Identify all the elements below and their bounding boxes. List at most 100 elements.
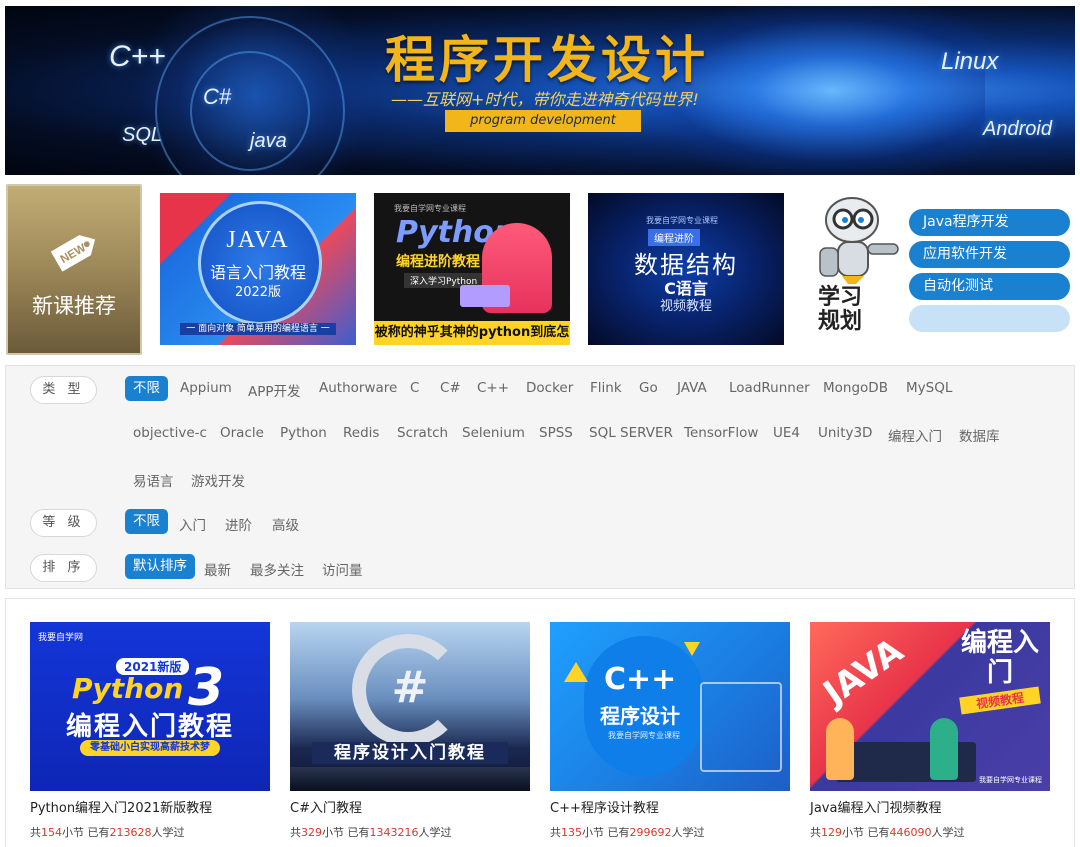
course-art-vertical: 编程入门: [960, 628, 1039, 688]
laptop-illustration: [460, 285, 510, 307]
type-option[interactable]: APP开发: [248, 380, 301, 400]
type-option[interactable]: 易语言: [133, 470, 174, 490]
learner-count: 299692: [629, 826, 672, 839]
plan-empty-button[interactable]: [909, 305, 1070, 332]
learner-count: 446090: [889, 826, 932, 839]
type-option[interactable]: objective-c: [133, 425, 207, 441]
featured-python-card[interactable]: 我要自学网专业课程 Python 编程进阶教程 深入学习Python 被称的神乎…: [374, 193, 570, 345]
laptop-outline: [700, 682, 782, 772]
type-option[interactable]: Selenium: [462, 425, 525, 441]
featured-python-subtitle: 编程进阶教程: [396, 254, 480, 270]
learner-count: 213628: [109, 826, 152, 839]
type-option[interactable]: JAVA: [677, 380, 707, 396]
level-option[interactable]: 高级: [272, 514, 299, 534]
featured-java-year: 2022版: [234, 285, 282, 300]
plan-autotest-button[interactable]: 自动化测试: [909, 273, 1070, 300]
sort-option[interactable]: 默认排序: [125, 554, 195, 579]
type-option[interactable]: SPSS: [539, 425, 573, 441]
filter-sort-label: 排 序: [30, 554, 97, 582]
hero-title: 程序开发设计: [385, 32, 709, 88]
level-option[interactable]: 入门: [179, 514, 206, 534]
hero-lang-csharp: C#: [203, 84, 232, 109]
triangle-decor: [564, 662, 588, 682]
sort-option[interactable]: 访问量: [322, 559, 363, 579]
lesson-count: 154: [41, 826, 62, 839]
type-option[interactable]: 编程入门: [888, 425, 942, 445]
type-option[interactable]: SQL SERVER: [589, 425, 673, 441]
new-course-label: 新课推荐: [32, 294, 116, 318]
type-option[interactable]: Flink: [590, 380, 622, 396]
featured-python-bottom: 被称的神乎其神的python到底怎样?: [374, 321, 570, 345]
plan-app-button[interactable]: 应用软件开发: [909, 241, 1070, 268]
hero-subtitle: ——互联网+时代，带你走进神奇代码世界!: [391, 90, 699, 109]
type-option[interactable]: UE4: [773, 425, 800, 441]
learner-count: 1343216: [369, 826, 419, 839]
type-option[interactable]: Scratch: [397, 425, 448, 441]
hero-tag: program development: [445, 110, 641, 132]
filter-type-label: 类 型: [30, 376, 97, 404]
course-meta: 共135小节 已有299692人学过: [550, 826, 705, 839]
type-option[interactable]: Oracle: [220, 425, 264, 441]
featured-ds-head: 我要自学网专业课程: [646, 216, 718, 225]
featured-ds-badge: 编程进阶: [648, 229, 700, 246]
study-plan-label: 学习规划: [818, 285, 863, 334]
type-option[interactable]: 不限: [125, 376, 168, 401]
lesson-count: 129: [821, 826, 842, 839]
course-art-hash: #: [391, 662, 429, 713]
plan-java-button[interactable]: Java程序开发: [909, 209, 1070, 236]
type-option[interactable]: 游戏开发: [191, 470, 245, 490]
course-card[interactable]: JAVA 编程入门 视频教程 我要自学网专业课程 Java编程入门视频教程 共1…: [810, 622, 1050, 840]
type-option[interactable]: MySQL: [906, 380, 952, 396]
type-option[interactable]: Go: [639, 380, 658, 396]
level-option[interactable]: 不限: [125, 509, 168, 534]
type-option[interactable]: C: [410, 380, 419, 396]
course-art-logo: 我要自学网: [38, 633, 84, 643]
course-thumbnail[interactable]: 我要自学网 2021新版 Python 3 编程入门教程 零基础小白实现高薪技术…: [30, 622, 270, 791]
type-option[interactable]: 数据库: [959, 425, 1000, 445]
course-grid: 我要自学网 2021新版 Python 3 编程入门教程 零基础小白实现高薪技术…: [5, 598, 1075, 847]
course-card[interactable]: C++ 程序设计 我要自学网专业课程 C++程序设计教程 共135小节 已有29…: [550, 622, 790, 840]
type-option[interactable]: C#: [440, 380, 461, 396]
featured-python-head: 我要自学网专业课程: [394, 204, 466, 213]
type-option[interactable]: LoadRunner: [729, 380, 810, 396]
level-option[interactable]: 进阶: [225, 514, 252, 534]
type-option[interactable]: Unity3D: [818, 425, 872, 441]
featured-java-card[interactable]: JAVA 语言入门教程 2022版 一 面向对象 简单易用的编程语言 一: [160, 193, 356, 345]
type-option[interactable]: Appium: [180, 380, 232, 396]
featured-datastructure-card[interactable]: 我要自学网专业课程 编程进阶 数据结构 C语言 视频教程: [588, 193, 784, 345]
type-option[interactable]: Authorware: [319, 380, 397, 396]
course-art-tag: 视频教程: [959, 686, 1041, 715]
type-option[interactable]: TensorFlow: [684, 425, 758, 441]
course-art-python: Python: [72, 672, 184, 705]
type-option[interactable]: MongoDB: [823, 380, 888, 396]
lesson-count: 329: [301, 826, 322, 839]
sort-option[interactable]: 最新: [204, 559, 231, 579]
course-title[interactable]: Java编程入门视频教程: [810, 797, 1050, 816]
course-card[interactable]: 我要自学网 2021新版 Python 3 编程入门教程 零基础小白实现高薪技术…: [30, 622, 270, 840]
hero-lang-sql: SQL: [122, 124, 163, 146]
course-thumbnail[interactable]: C++ 程序设计 我要自学网专业课程: [550, 622, 790, 791]
hero-lang-java: java: [250, 130, 287, 152]
sort-option[interactable]: 最多关注: [250, 559, 304, 579]
featured-java-title: JAVA: [226, 227, 290, 253]
triangle-decor: [684, 642, 700, 656]
course-meta: 共154小节 已有213628人学过: [30, 826, 185, 839]
course-title[interactable]: C#入门教程: [290, 797, 530, 816]
type-option[interactable]: C++: [477, 380, 509, 396]
type-option[interactable]: Python: [280, 425, 327, 441]
hero-banner[interactable]: C++ C# SQL java Linux Android 程序开发设计 ——互…: [5, 6, 1075, 175]
course-title[interactable]: C++程序设计教程: [550, 797, 790, 816]
course-meta: 共129小节 已有446090人学过: [810, 826, 965, 839]
featured-java-subtitle: 语言入门教程: [209, 263, 306, 282]
course-card[interactable]: # 程序设计入门教程 C#入门教程 共329小节 已有1343216人学过: [290, 622, 530, 840]
lesson-count: 135: [561, 826, 582, 839]
course-title[interactable]: Python编程入门2021新版教程: [30, 797, 270, 816]
person-illustration: [930, 718, 958, 780]
hero-lang-linux: Linux: [941, 48, 999, 75]
course-thumbnail[interactable]: JAVA 编程入门 视频教程 我要自学网专业课程: [810, 622, 1050, 791]
type-option[interactable]: Docker: [526, 380, 573, 396]
course-thumbnail[interactable]: # 程序设计入门教程: [290, 622, 530, 791]
type-option[interactable]: Redis: [343, 425, 379, 441]
new-course-box[interactable]: NEW 新课推荐: [6, 184, 142, 355]
city-skyline: [290, 767, 530, 791]
